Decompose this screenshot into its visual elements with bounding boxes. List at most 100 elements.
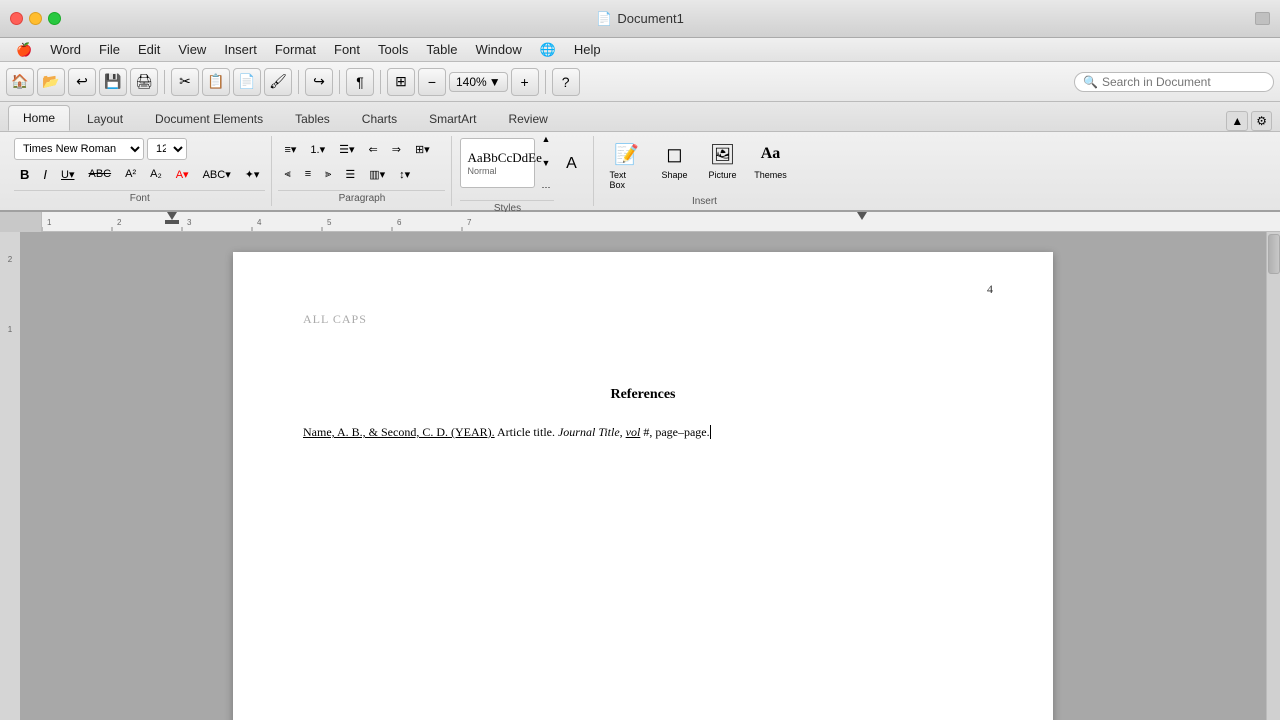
styles-preview[interactable]: AaBbCcDdEe Normal bbox=[460, 138, 535, 188]
styles-up-button[interactable]: ▲ bbox=[537, 128, 554, 150]
font-name-select[interactable]: Times New Roman bbox=[14, 138, 144, 160]
font-color-button[interactable]: A▾ bbox=[170, 163, 195, 185]
help-button[interactable]: ? bbox=[552, 68, 580, 96]
search-icon: 🔍 bbox=[1083, 75, 1098, 89]
align-right-button[interactable]: ⫸ bbox=[319, 163, 337, 185]
search-bar[interactable]: 🔍 bbox=[1074, 72, 1274, 92]
ruler-corner bbox=[0, 212, 42, 232]
menu-file[interactable]: File bbox=[91, 40, 128, 59]
columns-button[interactable]: ▥▾ bbox=[363, 163, 391, 185]
font-size-select[interactable]: 12 bbox=[147, 138, 187, 160]
ruler: 1 2 3 4 5 6 7 bbox=[0, 212, 1280, 232]
menu-word[interactable]: Word bbox=[42, 40, 89, 59]
window-title: 📄 Document1 bbox=[596, 11, 684, 27]
tab-tables[interactable]: Tables bbox=[280, 106, 345, 131]
traffic-lights bbox=[10, 12, 61, 25]
menu-table[interactable]: Table bbox=[418, 40, 465, 59]
cut-button[interactable]: ✂ bbox=[171, 68, 199, 96]
styles-preview-label: Normal bbox=[467, 166, 496, 176]
search-input[interactable] bbox=[1102, 75, 1262, 89]
tab-home[interactable]: Home bbox=[8, 105, 70, 131]
menu-online[interactable]: 🌐 bbox=[532, 40, 564, 60]
paste-button[interactable]: 📄 bbox=[233, 68, 261, 96]
subscript-button[interactable]: A₂ bbox=[144, 163, 168, 185]
svg-text:1: 1 bbox=[8, 325, 13, 334]
menu-font[interactable]: Font bbox=[326, 40, 368, 59]
themes-button[interactable]: Aa Themes bbox=[746, 136, 794, 184]
italic-button[interactable]: I bbox=[37, 163, 53, 185]
zoom-out-button[interactable]: − bbox=[418, 68, 446, 96]
new-doc-button[interactable]: 🏠 bbox=[6, 68, 34, 96]
view-options-button[interactable]: ⊞ bbox=[387, 68, 415, 96]
scrollbar-thumb[interactable] bbox=[1268, 234, 1280, 274]
open-button[interactable]: 📂 bbox=[37, 68, 65, 96]
menu-edit[interactable]: Edit bbox=[130, 40, 168, 59]
ref-rest: #, page–page. bbox=[643, 425, 709, 439]
shape-button[interactable]: ◻ Shape bbox=[650, 136, 698, 184]
justify-button[interactable]: ☰ bbox=[339, 163, 361, 185]
tab-document-elements[interactable]: Document Elements bbox=[140, 106, 278, 131]
align-center-button[interactable]: ≡ bbox=[299, 163, 317, 185]
styles-large-button[interactable]: A bbox=[557, 150, 585, 178]
maximize-button[interactable] bbox=[48, 12, 61, 25]
print-button[interactable]: 🖨 bbox=[130, 68, 158, 96]
clear-format-button[interactable]: ✦▾ bbox=[239, 163, 266, 185]
strikethrough-button[interactable]: ABC bbox=[82, 163, 117, 185]
reference-entry[interactable]: Name, A. B., & Second, C. D. (YEAR). Art… bbox=[303, 423, 983, 442]
save-button[interactable]: 💾 bbox=[99, 68, 127, 96]
document-area: 2 1 4 ALL CAPS References Name, A. B., &… bbox=[0, 232, 1280, 720]
align-left-button[interactable]: ⫷ bbox=[278, 163, 296, 185]
vertical-ruler-svg: 2 1 bbox=[0, 232, 20, 720]
textbox-label: Text Box bbox=[609, 170, 643, 190]
bold-button[interactable]: B bbox=[14, 163, 35, 185]
picture-label: Picture bbox=[708, 170, 736, 180]
title-doc-icon: 📄 bbox=[596, 11, 612, 27]
indent-increase-button[interactable]: ⇒ bbox=[386, 138, 407, 160]
picture-icon: 🖼 bbox=[708, 140, 736, 168]
tab-charts[interactable]: Charts bbox=[347, 106, 412, 131]
menu-insert[interactable]: Insert bbox=[216, 40, 265, 59]
pilcrow-button[interactable]: ¶ bbox=[346, 68, 374, 96]
format-painter-button[interactable]: 🖌 bbox=[264, 68, 292, 96]
menu-help[interactable]: Help bbox=[566, 40, 609, 59]
ribbon-collapse-button[interactable]: ▲ bbox=[1226, 111, 1248, 131]
highlight-button[interactable]: ABC▾ bbox=[197, 163, 237, 185]
ref-article-title: Article title. bbox=[497, 425, 558, 439]
close-button[interactable] bbox=[10, 12, 23, 25]
zoom-in-button[interactable]: + bbox=[511, 68, 539, 96]
borders-button[interactable]: ⊞▾ bbox=[409, 138, 436, 160]
window-resize-button[interactable] bbox=[1255, 12, 1270, 25]
menu-format[interactable]: Format bbox=[267, 40, 324, 59]
menu-window[interactable]: Window bbox=[467, 40, 529, 59]
underline-button[interactable]: U▾ bbox=[55, 163, 80, 185]
font-group: Times New Roman 12 B I U▾ ABC A² A₂ A▾ A… bbox=[8, 136, 272, 206]
document-scroll[interactable]: 4 ALL CAPS References Name, A. B., & Sec… bbox=[20, 232, 1266, 720]
undo-button[interactable]: ↩ bbox=[68, 68, 96, 96]
superscript-button[interactable]: A² bbox=[119, 163, 142, 185]
scrollbar[interactable] bbox=[1266, 232, 1280, 720]
menu-tools[interactable]: Tools bbox=[370, 40, 416, 59]
document-page: 4 ALL CAPS References Name, A. B., & Sec… bbox=[233, 252, 1053, 720]
paragraph-group: ≡▾ 1.▾ ☰▾ ⇐ ⇒ ⊞▾ ⫷ ≡ ⫸ ☰ ▥▾ ↕▾ Paragraph bbox=[272, 136, 452, 206]
bullets-button[interactable]: ≡▾ bbox=[278, 138, 302, 160]
copy-button[interactable]: 📋 bbox=[202, 68, 230, 96]
line-spacing-button[interactable]: ↕▾ bbox=[393, 163, 416, 185]
minimize-button[interactable] bbox=[29, 12, 42, 25]
tab-layout[interactable]: Layout bbox=[72, 106, 138, 131]
ribbon-content: Times New Roman 12 B I U▾ ABC A² A₂ A▾ A… bbox=[0, 132, 1280, 212]
insert-group-label: Insert bbox=[602, 194, 806, 207]
redo-button[interactable]: ↪ bbox=[305, 68, 333, 96]
menu-view[interactable]: View bbox=[170, 40, 214, 59]
vertical-ruler: 2 1 bbox=[0, 232, 20, 720]
outline-button[interactable]: ☰▾ bbox=[333, 138, 360, 160]
styles-more-button[interactable]: ⋯ bbox=[537, 176, 554, 198]
textbox-button[interactable]: 📝 Text Box bbox=[602, 136, 650, 194]
picture-button[interactable]: 🖼 Picture bbox=[698, 136, 746, 184]
ribbon-options-button[interactable]: ⚙ bbox=[1251, 111, 1272, 131]
numbering-button[interactable]: 1.▾ bbox=[304, 138, 331, 160]
styles-preview-text: AaBbCcDdEe bbox=[467, 150, 541, 166]
styles-down-button[interactable]: ▼ bbox=[537, 152, 554, 174]
menu-apple[interactable]: 🍎 bbox=[8, 40, 40, 60]
indent-decrease-button[interactable]: ⇐ bbox=[363, 138, 384, 160]
zoom-control[interactable]: 140% ▼ bbox=[449, 72, 508, 92]
